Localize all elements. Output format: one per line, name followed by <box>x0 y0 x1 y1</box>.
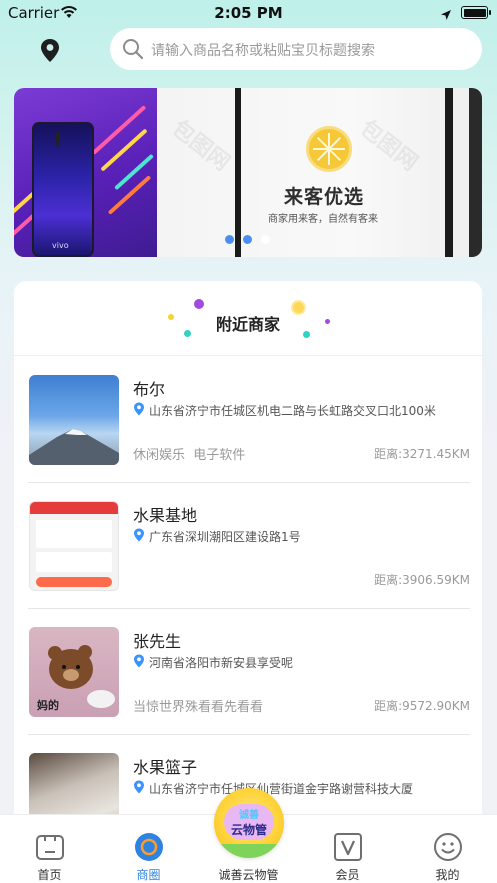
shop-image: 妈的 <box>29 627 119 717</box>
shop-list-item[interactable]: 妈的 张先生 河南省洛阳市新安县享受呢 当惊世界殊看看先看看 距离:9572.9… <box>28 609 470 735</box>
location-pin-icon <box>133 402 145 419</box>
banner-title: 来客优选 <box>284 186 365 208</box>
carousel-dot[interactable] <box>225 235 234 244</box>
shop-distance: 距离:3271.45KM <box>374 447 470 461</box>
section-title: 附近商家 <box>215 315 280 334</box>
carousel-dot[interactable] <box>243 235 252 244</box>
banner-watermark: 包图网 <box>354 115 423 177</box>
card-header: 附近商家 <box>14 281 482 356</box>
banner-slide-laike: 包图网 包图网 来客优选 商家用来客，自然有客来 <box>157 88 482 257</box>
carousel-dot-active[interactable] <box>261 235 270 244</box>
location-arrow-icon <box>440 6 452 25</box>
shop-address-text: 山东省济宁市任城区机电二路与长虹路交叉口北100米 <box>149 404 436 418</box>
tab-mine[interactable]: 我的 <box>398 815 497 883</box>
location-pin-icon[interactable] <box>38 38 62 64</box>
shop-address-text: 河南省洛阳市新安县享受呢 <box>149 656 294 670</box>
shop-address: 河南省洛阳市新安县享受呢 <box>133 654 293 671</box>
home-icon <box>35 832 65 862</box>
tab-shangquan[interactable]: 商圈 <box>99 815 198 883</box>
shop-name: 布尔 <box>133 380 166 399</box>
shop-distance: 距离:9572.90KM <box>374 699 470 713</box>
shop-address-text: 山东省济宁市任城区仙营街道金宇路谢营科技大厦 <box>149 782 414 796</box>
cloud-logo-icon[interactable]: 诚善 云物管 <box>214 788 284 858</box>
location-pin-icon <box>133 528 145 545</box>
shop-image <box>29 501 119 591</box>
search-placeholder: 请输入商品名称或粘贴宝贝标题搜索 <box>151 43 375 59</box>
badge-line2: 云物管 <box>230 823 267 837</box>
shop-name: 水果基地 <box>133 506 198 525</box>
phone-brand: vivo <box>52 241 69 250</box>
shop-distance: 距离:3906.59KM <box>374 573 470 587</box>
location-pin-icon <box>133 654 145 671</box>
image-caption: 妈的 <box>37 699 59 712</box>
promo-banner[interactable]: vivo 包图网 包图网 来客优选 商家用来客，自然有客来 <box>14 88 482 257</box>
tab-member[interactable]: 会员 <box>298 815 397 883</box>
location-pin-icon <box>133 780 145 797</box>
shop-image <box>29 375 119 465</box>
shop-tags: 当惊世界殊看看先看看 <box>133 700 264 715</box>
tab-home[interactable]: 首页 <box>0 815 99 883</box>
tab-label: 商圈 <box>136 868 161 882</box>
tab-label: 我的 <box>435 868 460 882</box>
search-icon <box>122 38 144 64</box>
shop-address: 广东省深圳潮阳区建设路1号 <box>133 528 301 545</box>
banner-subtitle: 商家用来客，自然有客来 <box>268 214 378 225</box>
circle-icon <box>134 832 164 862</box>
shop-name: 张先生 <box>133 632 182 651</box>
search-bar[interactable]: 请输入商品名称或粘贴宝贝标题搜索 <box>110 28 482 70</box>
shop-address: 山东省济宁市任城区机电二路与长虹路交叉口北100米 <box>133 402 436 419</box>
tab-label: 首页 <box>37 868 62 882</box>
badge-line1: 诚善 <box>239 810 259 821</box>
lemon-logo-icon <box>306 126 352 172</box>
shop-address-text: 广东省深圳潮阳区建设路1号 <box>149 530 301 544</box>
status-bar: Carrier 2:05 PM <box>0 0 497 26</box>
carousel-dots[interactable] <box>225 235 270 244</box>
smile-icon <box>433 832 463 862</box>
shop-list-item[interactable]: 布尔 山东省济宁市任城区机电二路与长虹路交叉口北100米 休闲娱乐 电子软件 距… <box>28 357 470 483</box>
shop-address: 山东省济宁市任城区仙营街道金宇路谢营科技大厦 <box>133 780 413 797</box>
tab-label: 会员 <box>335 868 360 882</box>
banner-phone-ad: vivo <box>14 88 157 257</box>
shop-tags: 休闲娱乐 电子软件 <box>133 448 246 463</box>
shop-name: 水果篮子 <box>133 758 198 777</box>
tab-label: 诚善云物管 <box>218 868 279 882</box>
shop-list-item[interactable]: 水果基地 广东省深圳潮阳区建设路1号 距离:3906.59KM <box>28 483 470 609</box>
banner-watermark: 包图网 <box>166 115 235 177</box>
battery-icon <box>461 6 491 19</box>
vip-icon <box>333 832 363 862</box>
phone-image <box>32 122 94 257</box>
clock: 2:05 PM <box>214 4 283 22</box>
